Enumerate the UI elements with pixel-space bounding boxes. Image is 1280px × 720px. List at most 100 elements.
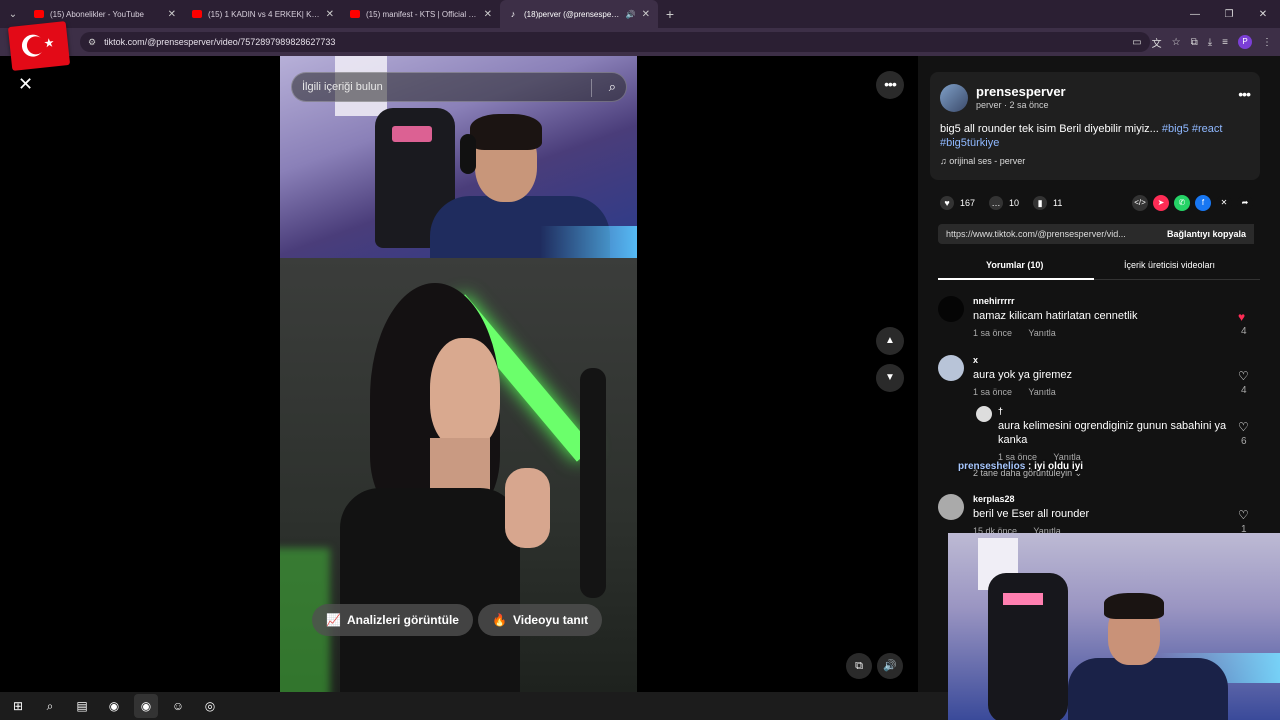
previous-video-button[interactable]: ▲ (876, 327, 904, 355)
tab-search-icon[interactable]: ⌄ (0, 0, 26, 28)
webcam-overlay (948, 533, 1280, 720)
close-window-icon[interactable]: ✕ (1246, 9, 1280, 20)
new-tab-button[interactable]: + (658, 6, 682, 22)
youtube-icon (350, 10, 360, 18)
comment-time: 1 sa önce (973, 387, 1013, 397)
discord-icon[interactable]: ☺ (166, 694, 190, 718)
share-arrow-icon[interactable]: ➦ (1237, 195, 1253, 211)
browser-tab-active[interactable]: ♪ (18)perver (@prensesperve 🔊 ✕ (500, 0, 658, 28)
restore-icon[interactable]: ❐ (1212, 9, 1246, 20)
comment-username[interactable]: x (973, 355, 978, 365)
analytics-button[interactable]: 📈 Analizleri görüntüle (312, 604, 473, 636)
flame-icon: 🔥 (492, 613, 507, 627)
comment-username[interactable]: nnehirrrrr (973, 296, 1015, 306)
browser-tab[interactable]: (15) manifest - KTS | Official Da ✕ (342, 0, 500, 28)
browser-tab-bar: ⌄ (15) Abonelikler - YouTube ✕ (15) 1 KA… (0, 0, 1280, 28)
tab-creator-videos[interactable]: İçerik üreticisi videoları (1124, 260, 1215, 270)
music-link[interactable]: ♫ orijinal ses - perver (940, 156, 1025, 166)
post-username[interactable]: prensesperver (976, 84, 1066, 99)
site-settings-icon[interactable]: ⚙ (88, 37, 96, 48)
heart-icon[interactable]: ♥ (1238, 310, 1245, 324)
bookmark-icon: ▮ (1033, 196, 1048, 210)
search-icon[interactable]: ⌕ (609, 79, 616, 95)
comment-username[interactable]: kerplas28 (973, 494, 1015, 504)
analytics-label: Analizleri görüntüle (346, 613, 459, 627)
whatsapp-icon[interactable]: ✆ (1174, 195, 1190, 211)
youtube-icon (34, 10, 44, 18)
cast-icon[interactable]: ▭ (1132, 37, 1141, 48)
close-tab-icon[interactable]: ✕ (168, 9, 176, 20)
next-video-button[interactable]: ▼ (876, 364, 904, 392)
menu-kebab-icon[interactable]: ⋮ (1262, 37, 1272, 48)
comment-like-count: 4 (1241, 326, 1247, 337)
close-icon[interactable]: ✕ (18, 74, 33, 95)
send-icon[interactable]: ➤ (1153, 195, 1169, 211)
related-search-input[interactable]: İlgili içeriği bulun ⌕ (291, 72, 627, 102)
hashtag-link[interactable]: #react (1192, 123, 1223, 135)
avatar[interactable] (940, 84, 968, 112)
file-explorer-icon[interactable]: ▤ (70, 694, 94, 718)
address-bar-row: ⚙ tiktok.com/@prensesperver/video/757289… (0, 28, 1280, 56)
heart-outline-icon[interactable]: ♡ (1238, 369, 1249, 383)
avatar[interactable] (938, 355, 964, 381)
windows-taskbar: ⊞ ⌕ ▤ ◉ ◉ ☺ ◎ (0, 692, 948, 720)
chrome-icon[interactable]: ◉ (102, 694, 126, 718)
avatar[interactable] (938, 494, 964, 520)
tab-title: (15) Abonelikler - YouTube (50, 9, 144, 19)
chat-username: prenseshelios (958, 461, 1026, 472)
video-player[interactable] (280, 56, 637, 692)
comment-time: 1 sa önce (973, 328, 1013, 338)
more-options-icon[interactable]: ••• (1238, 86, 1251, 102)
tab-title: (18)perver (@prensesperve (524, 9, 622, 19)
chat-text: : iyi oldu iyi (1028, 461, 1084, 472)
heart-outline-icon[interactable]: ♡ (1238, 508, 1249, 522)
share-link-box[interactable]: https://www.tiktok.com/@prensesperver/vi… (938, 224, 1254, 244)
media-icon[interactable]: ≡ (1222, 37, 1228, 48)
hashtag-link[interactable]: #big5 (1162, 123, 1189, 135)
comment-like-count: 6 (1241, 436, 1247, 447)
close-tab-icon[interactable]: ✕ (484, 9, 492, 20)
bookmark-star-icon[interactable]: ☆ (1172, 37, 1181, 48)
minimize-icon[interactable]: — (1178, 9, 1212, 20)
comment-button[interactable]: … 10 (989, 196, 1019, 210)
speaker-icon[interactable]: 🔊 (626, 10, 636, 19)
windows-start-icon[interactable]: ⊞ (6, 694, 30, 718)
url-text: tiktok.com/@prensesperver/video/75728979… (104, 37, 336, 47)
comment-username[interactable]: † (998, 406, 1003, 416)
more-options-button[interactable]: ••• (876, 71, 904, 99)
search-icon[interactable]: ⌕ (38, 694, 62, 718)
tab-comments[interactable]: Yorumlar (10) (986, 260, 1043, 270)
save-button[interactable]: ▮ 11 (1033, 196, 1062, 210)
save-count: 11 (1053, 198, 1063, 208)
profile-avatar[interactable]: P (1238, 35, 1252, 49)
reply-link[interactable]: Yanıtla (1028, 387, 1055, 397)
avatar[interactable] (938, 296, 964, 322)
facebook-icon[interactable]: f (1195, 195, 1211, 211)
description-text: big5 all rounder tek isim Beril diyebili… (940, 123, 1159, 135)
embed-icon[interactable]: </> (1132, 195, 1148, 211)
promote-label: Videoyu tanıt (512, 613, 589, 627)
browser-tab[interactable]: (15) 1 KADIN vs 4 ERKEK| KIYAF ✕ (184, 0, 342, 28)
avatar[interactable] (976, 406, 992, 422)
obs-icon[interactable]: ◎ (198, 694, 222, 718)
miniplayer-icon[interactable]: ⧉ (846, 653, 872, 679)
extensions-icon[interactable]: ⧉ (1191, 37, 1198, 48)
close-tab-icon[interactable]: ✕ (326, 9, 334, 20)
address-bar[interactable]: ⚙ tiktok.com/@prensesperver/video/757289… (80, 32, 1150, 52)
analytics-icon: 📈 (326, 613, 341, 627)
comment-text-cont: kanka (998, 434, 1028, 446)
hashtag-link[interactable]: #big5türkiye (940, 137, 999, 149)
heart-outline-icon[interactable]: ♡ (1238, 420, 1249, 434)
translate-icon[interactable]: 文 (1152, 35, 1162, 50)
x-icon[interactable]: ✕ (1216, 195, 1232, 211)
reply-link[interactable]: Yanıtla (1028, 328, 1055, 338)
close-tab-icon[interactable]: ✕ (642, 9, 650, 20)
volume-icon[interactable]: 🔊 (877, 653, 903, 679)
like-button[interactable]: ♥ 167 (940, 196, 975, 210)
copy-link-button[interactable]: Bağlantıyı kopyala (1158, 224, 1254, 244)
promote-button[interactable]: 🔥 Videoyu tanıt (478, 604, 603, 636)
download-icon[interactable]: ⤓ (1208, 37, 1212, 48)
music-label: orijinal ses - perver (949, 156, 1026, 166)
chrome-icon[interactable]: ◉ (134, 694, 158, 718)
window-controls: — ❐ ✕ (1178, 0, 1280, 28)
